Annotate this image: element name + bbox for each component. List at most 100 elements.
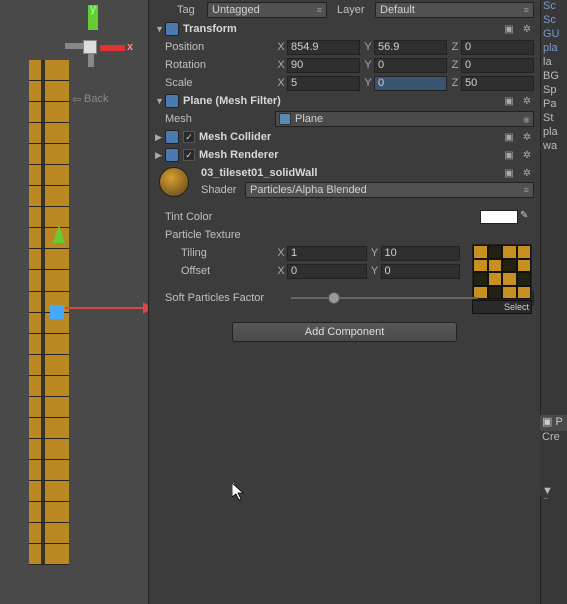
scene-view-panel[interactable]: y x ⇦ Back xyxy=(0,0,148,604)
foldout-open-icon[interactable]: ▼ xyxy=(155,24,165,34)
gear-icon[interactable]: ✲ xyxy=(520,148,534,162)
tag-layer-row: Tag Untagged Layer Default xyxy=(149,0,540,20)
foldout-closed-icon[interactable]: ▶ xyxy=(155,132,165,143)
create-menu[interactable]: Cre xyxy=(540,431,567,445)
position-row: Position X854.9 Y56.9 Z0 xyxy=(149,38,540,56)
shader-dropdown[interactable]: Particles/Alpha Blended xyxy=(245,182,534,198)
soft-particles-label: Soft Particles Factor xyxy=(165,292,285,304)
material-name: 03_tileset01_solidWall xyxy=(201,167,502,179)
offset-y-field[interactable]: 0 xyxy=(381,264,461,279)
mesh-row: Mesh Plane xyxy=(149,110,540,128)
scale-y-field[interactable]: 0 xyxy=(374,76,447,91)
position-z-field[interactable]: 0 xyxy=(461,40,534,55)
scale-z-field[interactable]: 50 xyxy=(461,76,534,91)
hierarchy-item[interactable]: pla xyxy=(541,126,567,140)
x-axis-label: x xyxy=(127,41,133,53)
tiling-y-field[interactable]: 10 xyxy=(381,246,461,261)
transform-center-cube[interactable] xyxy=(50,305,64,319)
position-y-field[interactable]: 56.9 xyxy=(374,40,447,55)
back-arrow-icon: ⇦ xyxy=(72,93,81,106)
position-x-field[interactable]: 854.9 xyxy=(287,40,360,55)
offset-x-field[interactable]: 0 xyxy=(287,264,367,279)
transform-icon xyxy=(165,22,179,36)
rotation-z-field[interactable]: 0 xyxy=(461,58,534,73)
mesh-collider-header[interactable]: ▶ Mesh Collider ▣ ✲ xyxy=(149,128,540,146)
axis-gizmo[interactable]: y x xyxy=(60,5,140,65)
foldout-open-icon[interactable]: ▼ xyxy=(155,96,165,106)
gear-icon[interactable]: ✲ xyxy=(520,130,534,144)
hierarchy-item[interactable]: la xyxy=(541,56,567,70)
slider-thumb[interactable] xyxy=(328,292,340,304)
project-panel-edge[interactable]: ▣ P Cre ▼ Sc xyxy=(540,415,567,495)
shader-label: Shader xyxy=(201,184,245,196)
position-label: Position xyxy=(165,41,275,53)
mesh-collider-enable-checkbox[interactable] xyxy=(183,131,195,143)
scale-x-field[interactable]: 5 xyxy=(287,76,360,91)
layer-label: Layer xyxy=(337,4,375,16)
help-icon[interactable]: ▣ xyxy=(502,166,516,180)
rotation-y-field[interactable]: 0 xyxy=(374,58,447,73)
eyedropper-icon[interactable]: ✎ xyxy=(520,210,534,224)
add-component-button[interactable]: Add Component xyxy=(232,322,457,342)
mesh-asset-icon xyxy=(279,113,291,125)
rotation-row: Rotation X90 Y0 Z0 xyxy=(149,56,540,74)
neg-x-axis[interactable] xyxy=(65,43,83,49)
transform-x-arrow-icon[interactable] xyxy=(65,307,145,309)
neg-y-axis[interactable] xyxy=(88,53,94,67)
foldout-closed-icon[interactable]: ▶ xyxy=(155,150,165,161)
material-header[interactable]: 03_tileset01_solidWall ▣ ✲ Shader Partic… xyxy=(149,164,540,200)
mesh-renderer-title: Mesh Renderer xyxy=(199,149,502,161)
tag-label: Tag xyxy=(177,4,207,16)
x-axis-cone[interactable] xyxy=(100,45,125,51)
particle-texture-label: Particle Texture xyxy=(165,229,534,241)
texture-select-button[interactable]: Select xyxy=(472,300,532,314)
hierarchy-item[interactable]: GU xyxy=(541,28,567,42)
hierarchy-panel-edge[interactable]: Sc Sc GU pla la BG Sp Pa St pla wa xyxy=(540,0,567,604)
project-folder[interactable]: ▼ Sc xyxy=(540,485,567,499)
help-icon[interactable]: ▣ xyxy=(502,148,516,162)
hierarchy-item[interactable]: Pa xyxy=(541,98,567,112)
hierarchy-item[interactable]: wa xyxy=(541,140,567,154)
hierarchy-item[interactable]: pla xyxy=(541,42,567,56)
scale-row: Scale X5 Y0 Z50 xyxy=(149,74,540,92)
rotation-x-field[interactable]: 90 xyxy=(287,58,360,73)
transform-header[interactable]: ▼ Transform ▣ ✲ xyxy=(149,20,540,38)
mesh-collider-title: Mesh Collider xyxy=(199,131,502,143)
mesh-label: Mesh xyxy=(165,113,275,125)
soft-particles-slider[interactable] xyxy=(291,297,478,299)
tint-color-label: Tint Color xyxy=(165,211,480,223)
texture-preview[interactable] xyxy=(472,244,532,300)
mesh-renderer-icon xyxy=(165,148,179,162)
hierarchy-item[interactable]: BG xyxy=(541,70,567,84)
transform-title: Transform xyxy=(183,23,502,35)
layer-dropdown[interactable]: Default xyxy=(375,2,534,18)
mesh-renderer-enable-checkbox[interactable] xyxy=(183,149,195,161)
help-icon[interactable]: ▣ xyxy=(502,22,516,36)
hierarchy-item[interactable]: St xyxy=(541,112,567,126)
hierarchy-item[interactable]: Sc xyxy=(541,14,567,28)
tint-color-swatch[interactable] xyxy=(480,210,518,224)
projection-back-label: Back xyxy=(84,93,108,105)
transform-gizmo[interactable] xyxy=(45,225,75,315)
hierarchy-item[interactable]: Sc xyxy=(541,0,567,14)
mesh-filter-header[interactable]: ▼ Plane (Mesh Filter) ▣ ✲ xyxy=(149,92,540,110)
gear-icon[interactable]: ✲ xyxy=(520,166,534,180)
tint-color-row: Tint Color ✎ xyxy=(149,208,540,226)
y-axis-label: y xyxy=(90,3,96,15)
help-icon[interactable]: ▣ xyxy=(502,94,516,108)
gear-icon[interactable]: ✲ xyxy=(520,94,534,108)
gizmo-center[interactable] xyxy=(83,40,97,54)
offset-label: Offset xyxy=(165,265,275,277)
material-sphere-icon xyxy=(159,167,189,197)
project-panel-header[interactable]: ▣ P xyxy=(540,415,567,431)
mesh-object-field[interactable]: Plane xyxy=(275,111,534,127)
help-icon[interactable]: ▣ xyxy=(502,130,516,144)
tiling-label: Tiling xyxy=(165,247,275,259)
gear-icon[interactable]: ✲ xyxy=(520,22,534,36)
tag-dropdown[interactable]: Untagged xyxy=(207,2,327,18)
hierarchy-item[interactable]: Sp xyxy=(541,84,567,98)
mesh-collider-icon xyxy=(165,130,179,144)
transform-y-arrow-icon[interactable] xyxy=(53,225,65,243)
mesh-renderer-header[interactable]: ▶ Mesh Renderer ▣ ✲ xyxy=(149,146,540,164)
tiling-x-field[interactable]: 1 xyxy=(287,246,367,261)
